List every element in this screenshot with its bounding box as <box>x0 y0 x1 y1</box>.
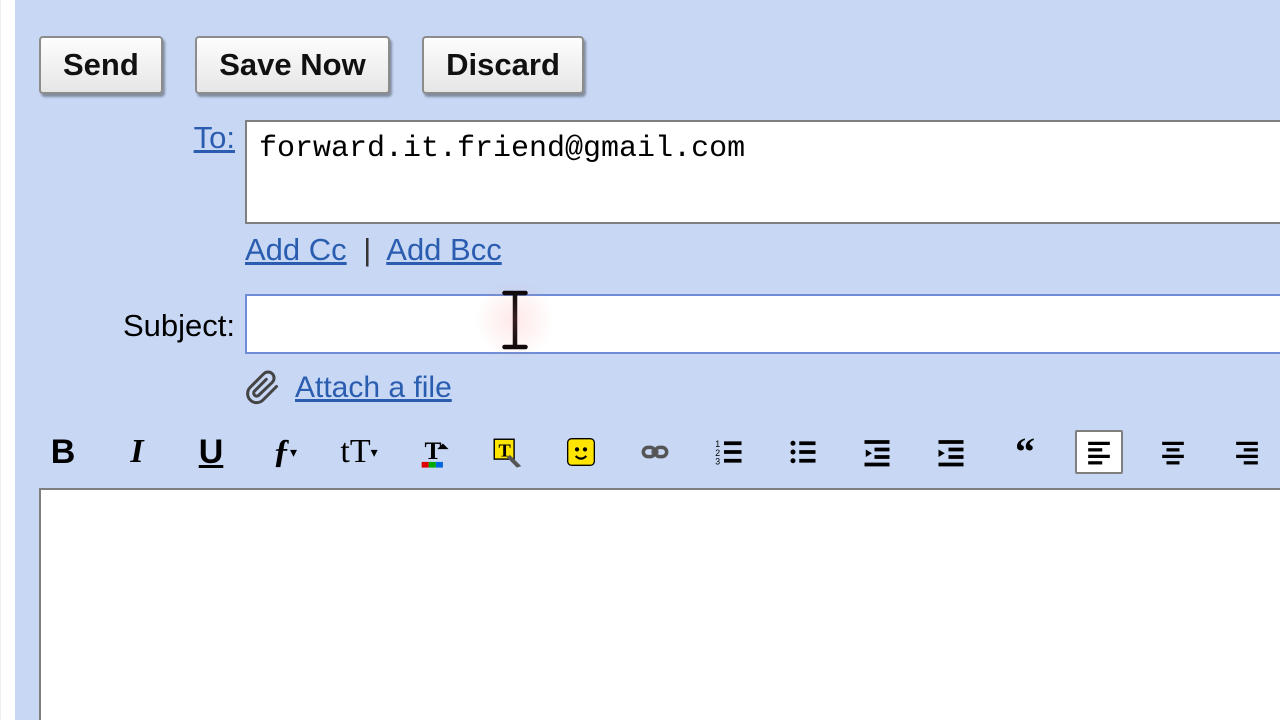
italic-button[interactable]: I <box>113 430 161 474</box>
emoji-button[interactable] <box>557 430 605 474</box>
paperclip-icon <box>245 370 281 406</box>
align-left-button[interactable] <box>1075 430 1123 474</box>
link-button[interactable] <box>631 430 679 474</box>
align-right-button[interactable] <box>1223 430 1271 474</box>
add-cc-link[interactable]: Add Cc <box>245 232 347 267</box>
discard-button[interactable]: Discard <box>422 36 584 94</box>
to-field[interactable]: forward.it.friend@gmail.com <box>245 120 1280 224</box>
format-toolbar: B I U ƒ▾ tT▾ T T <box>39 430 1280 474</box>
outdent-button[interactable] <box>853 430 901 474</box>
font-family-button[interactable]: ƒ▾ <box>261 430 309 474</box>
to-label[interactable]: To: <box>194 120 235 155</box>
text-color-button[interactable]: T <box>409 430 457 474</box>
bold-button[interactable]: B <box>39 430 87 474</box>
subject-field[interactable] <box>245 294 1280 354</box>
cc-bcc-separator: | <box>363 232 371 267</box>
subject-label: Subject: <box>15 308 245 344</box>
save-now-button[interactable]: Save Now <box>195 36 389 94</box>
svg-text:T: T <box>425 436 442 465</box>
compose-panel: Send Save Now Discard To: forward.it.fri… <box>15 0 1280 720</box>
underline-button[interactable]: U <box>187 430 235 474</box>
align-center-button[interactable] <box>1149 430 1197 474</box>
indent-button[interactable] <box>927 430 975 474</box>
message-body[interactable] <box>39 488 1280 720</box>
numbered-list-button[interactable]: 1 2 3 <box>705 430 753 474</box>
add-bcc-link[interactable]: Add Bcc <box>386 232 501 267</box>
quote-button[interactable]: “ <box>1001 430 1049 474</box>
bullet-list-button[interactable] <box>779 430 827 474</box>
highlight-button[interactable]: T <box>483 430 531 474</box>
left-sidebar <box>0 0 1 720</box>
font-size-button[interactable]: tT▾ <box>335 430 383 474</box>
svg-text:3: 3 <box>715 457 720 467</box>
send-button[interactable]: Send <box>39 36 163 94</box>
attach-file-link[interactable]: Attach a file <box>295 371 452 405</box>
